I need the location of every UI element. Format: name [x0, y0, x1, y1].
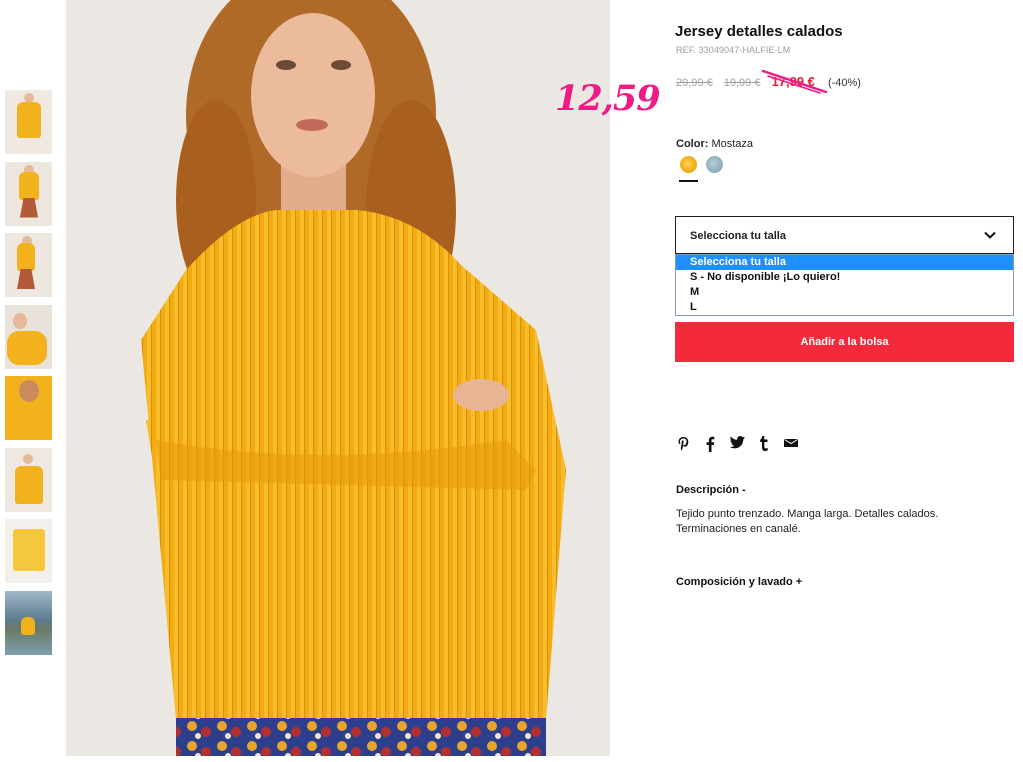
facebook-icon[interactable]	[703, 436, 717, 452]
thumbnail-4[interactable]	[5, 304, 52, 369]
thumbnail-1[interactable]	[5, 90, 52, 154]
size-select-label: Selecciona tu talla	[690, 230, 786, 242]
thumbnail-6[interactable]	[5, 447, 52, 512]
color-swatch-blue-grey[interactable]	[706, 156, 723, 173]
thumbnail-8[interactable]	[5, 590, 52, 655]
product-title: Jersey detalles calados	[675, 23, 843, 40]
size-option-placeholder[interactable]: Selecciona tu talla	[676, 255, 1013, 270]
current-price: 17,99 €	[771, 74, 815, 89]
price-row: 29,99 € 19,99 € 17,99 € (-40%)	[676, 74, 861, 90]
product-reference: REF. 33049047-HALFIE-LM	[676, 45, 791, 55]
thumbnail-7[interactable]	[5, 519, 52, 583]
product-main-image	[66, 0, 610, 756]
pinterest-icon[interactable]	[676, 436, 690, 452]
thumbnail-5[interactable]	[5, 376, 52, 440]
color-label-prefix: Color:	[676, 138, 709, 150]
model-photo	[66, 0, 610, 756]
size-dropdown-list: Selecciona tu talla S - No disponible ¡L…	[675, 254, 1014, 316]
size-option-l[interactable]: L	[676, 300, 1013, 315]
color-value: Mostaza	[711, 138, 754, 150]
color-label: Color: Mostaza	[676, 138, 753, 150]
tumblr-icon[interactable]	[757, 436, 771, 452]
size-option-s[interactable]: S - No disponible ¡Lo quiero!	[676, 270, 1013, 285]
size-select[interactable]: Selecciona tu talla	[675, 216, 1014, 254]
previous-price: 19,99 €	[723, 77, 761, 89]
chevron-down-icon	[984, 231, 996, 239]
handwritten-price-annotation: 12,59	[555, 78, 661, 119]
discount-badge: (-40%)	[827, 77, 861, 89]
share-icons	[676, 436, 798, 452]
description-toggle[interactable]: Descripción -	[676, 484, 746, 496]
selected-swatch-indicator	[679, 180, 698, 182]
color-swatch-mustard[interactable]	[680, 156, 697, 173]
thumbnail-3[interactable]	[5, 233, 52, 297]
thumbnail-2[interactable]	[5, 161, 52, 226]
email-icon[interactable]	[784, 436, 798, 452]
description-text: Tejido punto trenzado. Manga larga. Deta…	[676, 508, 939, 535]
size-option-m[interactable]: M	[676, 285, 1013, 300]
twitter-icon[interactable]	[730, 436, 745, 452]
original-price: 29,99 €	[676, 77, 713, 89]
composition-toggle[interactable]: Composición y lavado +	[676, 576, 802, 588]
add-to-bag-button[interactable]: Añadir a la bolsa	[675, 322, 1014, 362]
thumbnail-list	[5, 90, 52, 662]
